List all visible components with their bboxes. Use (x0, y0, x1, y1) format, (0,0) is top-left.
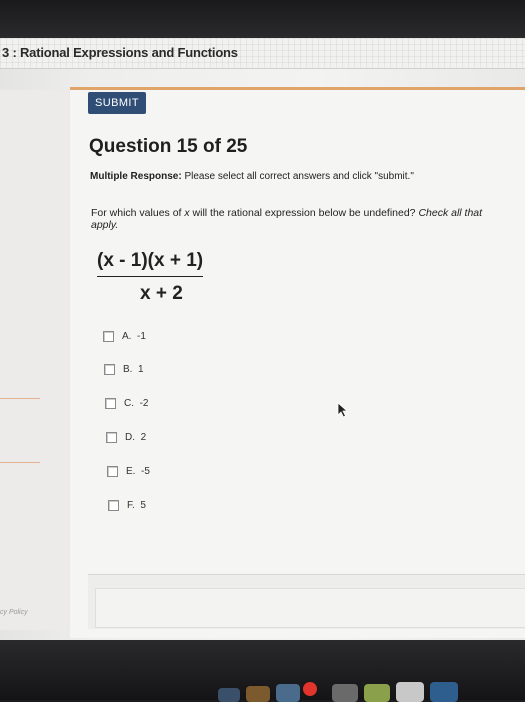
expression-denominator: x + 2 (140, 283, 183, 304)
choice-letter: A. (122, 331, 132, 342)
checkbox[interactable] (105, 398, 116, 409)
left-divider (0, 462, 40, 463)
choice-value: 1 (138, 364, 144, 375)
question-prompt: For which values of x will the rational … (91, 207, 511, 231)
prompt-pre: For which values of (91, 207, 185, 219)
checkbox[interactable] (108, 500, 119, 511)
expression-numerator: (x - 1)(x + 1) (97, 250, 204, 277)
app-icon[interactable] (364, 684, 390, 702)
question-title: Question 15 of 25 (89, 136, 248, 157)
prompt-mid: will the rational expression below be un… (189, 207, 419, 219)
bottom-panel (95, 588, 525, 628)
left-panel (0, 90, 72, 630)
checkbox[interactable] (104, 364, 115, 375)
app-icon[interactable] (332, 684, 358, 702)
checkbox[interactable] (106, 432, 117, 443)
mouse-pointer-icon (337, 402, 348, 418)
choice-letter: D. (125, 432, 135, 443)
choice-d[interactable]: D. 2 (106, 432, 146, 443)
choice-letter: E. (126, 466, 136, 477)
course-title: 3 : Rational Expressions and Functions (2, 45, 238, 60)
privacy-policy-link[interactable]: cy Policy (0, 609, 28, 616)
choice-a[interactable]: A. -1 (103, 331, 146, 342)
checkbox[interactable] (103, 331, 114, 342)
app-icon[interactable] (396, 682, 424, 702)
submit-button[interactable]: SUBMIT (88, 92, 146, 114)
choice-b[interactable]: B. 1 (104, 364, 144, 375)
top-bezel (0, 0, 525, 38)
app-icon[interactable] (276, 684, 300, 702)
instructions-text: Please select all correct answers and cl… (181, 171, 414, 182)
choice-c[interactable]: C. -2 (105, 398, 148, 409)
notification-badge-icon (303, 682, 317, 696)
app-icon[interactable] (430, 682, 458, 702)
left-divider (0, 398, 40, 399)
taskbar (0, 640, 525, 702)
choice-letter: C. (124, 398, 134, 409)
choice-f[interactable]: F. 5 (108, 500, 146, 511)
choice-value: -2 (139, 398, 149, 409)
choice-letter: B. (123, 364, 133, 375)
screen: 3 : Rational Expressions and Functions S… (0, 0, 525, 640)
accent-rule (70, 87, 525, 90)
instructions-label: Multiple Response: (90, 171, 182, 182)
instructions: Multiple Response: Please select all cor… (90, 171, 414, 182)
choice-letter: F. (127, 500, 135, 511)
checkbox[interactable] (107, 466, 118, 477)
choice-e[interactable]: E. -5 (107, 466, 150, 477)
choice-value: -1 (137, 331, 146, 342)
choice-value: 2 (140, 432, 147, 443)
choice-value: -5 (141, 466, 150, 477)
choice-value: 5 (140, 500, 146, 511)
